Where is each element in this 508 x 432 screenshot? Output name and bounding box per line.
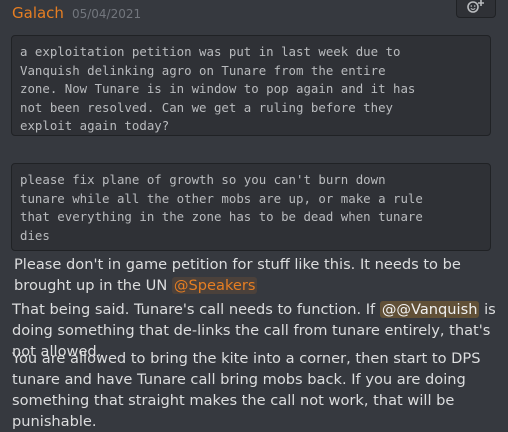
speakers-role-mention[interactable]: @Speakers bbox=[171, 277, 258, 294]
code-block-fix-request: please fix plane of growth so you can't … bbox=[11, 163, 491, 251]
add-reaction-button[interactable] bbox=[456, 0, 496, 18]
reply-message-petition: Please don't in game petition for stuff … bbox=[14, 254, 504, 296]
reply-message-kite: You are allowed to bring the kite into a… bbox=[12, 350, 481, 430]
add-reaction-icon bbox=[467, 0, 484, 13]
author-line: Galach 05/04/2021 bbox=[12, 4, 141, 26]
message-timestamp: 05/04/2021 bbox=[71, 7, 142, 21]
vanquish-mention[interactable]: @@Vanquish bbox=[379, 301, 480, 318]
author-name[interactable]: Galach bbox=[12, 4, 64, 22]
code-block-exploit-petition: a exploitation petition was put in last … bbox=[11, 35, 491, 136]
reply-text-before: That being said. Tunare's call needs to … bbox=[12, 301, 380, 318]
